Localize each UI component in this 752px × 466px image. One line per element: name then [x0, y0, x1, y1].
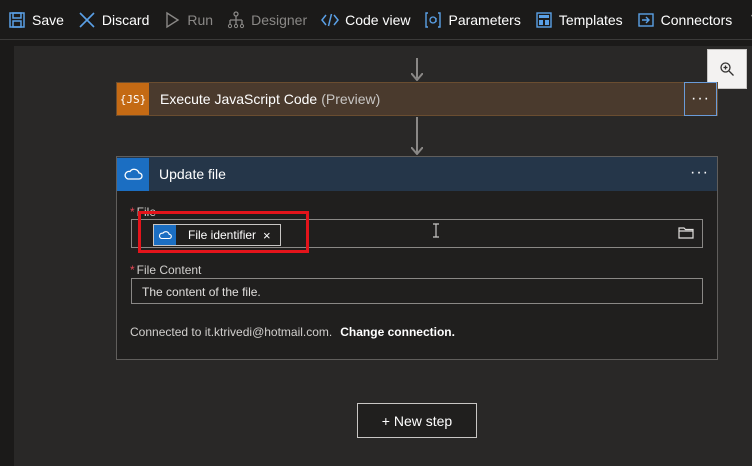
templates-button[interactable]: Templates: [535, 0, 623, 39]
help-icon: ?: [746, 11, 752, 29]
required-marker: *: [130, 263, 135, 277]
templates-icon: [535, 11, 553, 29]
zoom-in-icon: [720, 62, 734, 76]
close-icon: [78, 11, 96, 29]
js-action-title: Execute JavaScript Code: [160, 91, 318, 107]
code-view-label: Code view: [345, 11, 411, 28]
js-action-subtitle: (Preview): [321, 91, 381, 107]
file-content-input[interactable]: The content of the file.: [131, 278, 703, 304]
designer-toolbar: Save Discard Run Designer Code view Para…: [0, 0, 752, 40]
code-view-button[interactable]: Code view: [321, 0, 411, 39]
connectors-button[interactable]: Connectors: [637, 0, 733, 39]
save-button[interactable]: Save: [8, 0, 64, 39]
connectors-label: Connectors: [660, 11, 733, 28]
flow-arrow-top: [411, 73, 423, 81]
connected-to-text: Connected to it.ktrivedi@hotmail.com.: [130, 325, 333, 339]
designer-icon: [227, 10, 245, 29]
discard-label: Discard: [101, 11, 150, 28]
templates-label: Templates: [558, 11, 623, 28]
parameters-label: Parameters: [448, 11, 521, 28]
discard-button[interactable]: Discard: [78, 0, 150, 39]
highlight-box: [138, 211, 309, 253]
connectors-icon: [637, 11, 655, 29]
file-content-label: * File Content: [130, 263, 202, 277]
file-content-value: The content of the file.: [142, 285, 261, 299]
connection-info: Connected to it.ktrivedi@hotmail.com. Cha…: [130, 325, 455, 339]
file-more-options-button[interactable]: ···: [690, 164, 709, 182]
text-cursor-icon: [433, 223, 439, 238]
update-file-header[interactable]: Update file ···: [117, 157, 717, 191]
js-more-options-button[interactable]: ···: [684, 82, 717, 116]
onedrive-icon: [117, 157, 149, 191]
update-file-title: Update file: [159, 166, 226, 182]
folder-picker-icon[interactable]: [678, 226, 694, 239]
parameters-icon: [424, 11, 442, 29]
update-file-card: Update file ··· * File File identifier × …: [116, 156, 718, 360]
run-button[interactable]: Run: [163, 0, 214, 39]
help-button[interactable]: ? H: [746, 0, 752, 39]
javascript-icon: {JS}: [117, 83, 149, 115]
designer-button[interactable]: Designer: [227, 0, 308, 39]
change-connection-link[interactable]: Change connection.: [340, 325, 455, 339]
play-icon: [163, 11, 181, 29]
flow-arrow-middle: [411, 147, 423, 155]
code-icon: [321, 11, 340, 29]
new-step-button[interactable]: + New step: [357, 403, 477, 438]
save-icon: [8, 11, 26, 29]
run-label: Run: [187, 11, 214, 28]
required-marker: *: [130, 205, 135, 219]
parameters-button[interactable]: Parameters: [424, 0, 521, 39]
designer-label: Designer: [251, 11, 308, 28]
save-label: Save: [32, 11, 64, 28]
js-action-card[interactable]: {JS} Execute JavaScript Code (Preview) ·…: [116, 82, 718, 116]
